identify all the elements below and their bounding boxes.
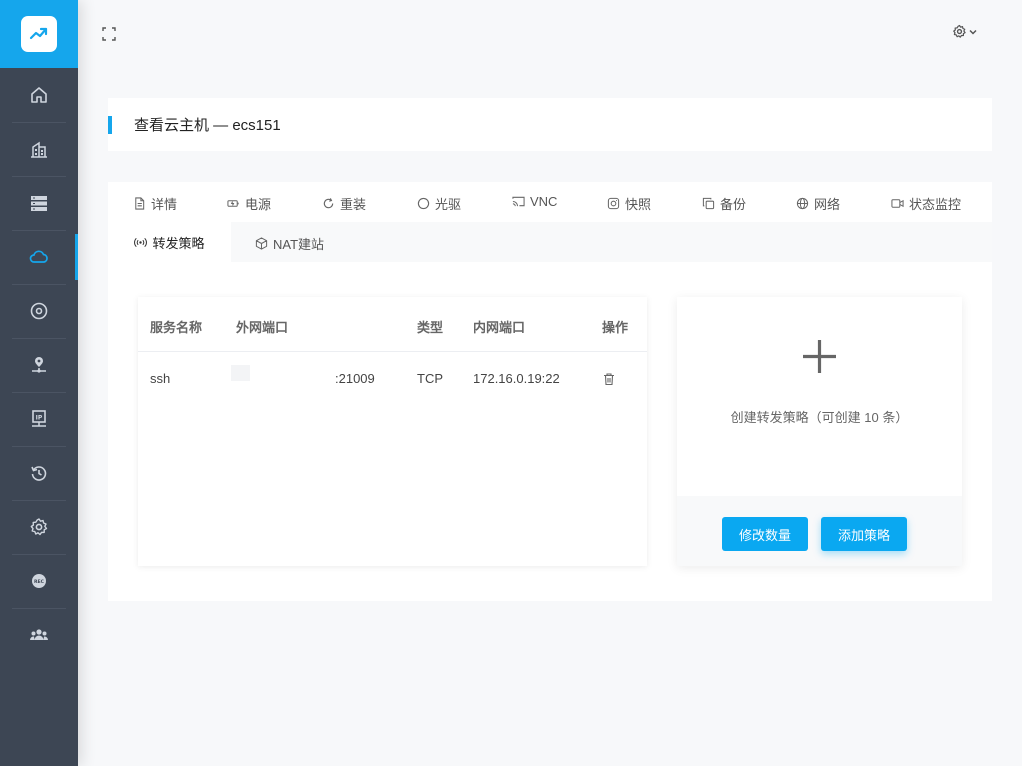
tab-nat[interactable]: NAT建站 <box>255 234 324 253</box>
tab-label: 转发策略 <box>152 235 205 251</box>
tab-network[interactable]: 网络 <box>796 194 840 213</box>
tab-label: 快照 <box>625 197 652 212</box>
sidebar-item-disk[interactable] <box>0 284 78 338</box>
add-policy-button[interactable]: 添加策略 <box>821 517 907 551</box>
type-cell: TCP <box>417 371 443 386</box>
forwarding-table: 服务名称 外网端口 类型 内网端口 操作 ssh :21009 TCP 172.… <box>138 297 647 566</box>
tab-reinstall[interactable]: 重装 <box>322 194 366 213</box>
svg-text:REC: REC <box>34 579 45 585</box>
internal-port-cell: 172.16.0.19:22 <box>473 371 560 386</box>
external-port-cell: :21009 <box>335 371 375 386</box>
page-title: 查看云主机 — ecs151 <box>134 117 281 134</box>
camera-icon <box>607 197 620 210</box>
create-area[interactable]: 创建转发策略（可创建 10 条） <box>677 297 962 496</box>
settings-dropdown[interactable] <box>952 24 978 39</box>
sidebar-item-restore[interactable] <box>0 446 78 500</box>
fullscreen-icon <box>102 27 116 41</box>
globe-icon <box>796 197 809 210</box>
tab-backup[interactable]: 备份 <box>702 194 746 213</box>
ip-icon: IP <box>32 410 46 427</box>
tab-label: VNC <box>530 194 558 209</box>
tab-label: NAT建站 <box>273 237 325 252</box>
rec-icon: REC <box>32 574 46 588</box>
cube-icon <box>255 237 268 250</box>
sidebar-item-ip[interactable]: IP <box>0 392 78 446</box>
page-header: 查看云主机 — ecs151 <box>108 98 992 151</box>
column-header: 服务名称 <box>150 321 203 336</box>
refresh-icon <box>323 198 334 209</box>
sidebar-item-home[interactable] <box>0 68 78 122</box>
masked-ip <box>231 365 250 381</box>
gear-icon <box>30 518 48 536</box>
sidebar-item-cloud[interactable] <box>0 230 78 284</box>
document-icon <box>135 197 145 210</box>
video-icon <box>891 199 904 208</box>
tab-label: 网络 <box>814 197 841 212</box>
tab-forwarding[interactable]: 转发策略 <box>108 222 231 262</box>
restore-icon <box>31 466 47 481</box>
detail-panel: 详情 电源 重装 光驱 VNC 快照 备份 网络 状态监控 转发策略 NAT建站 <box>108 182 992 601</box>
tab-power[interactable]: 电源 <box>227 194 271 213</box>
modify-quantity-button[interactable]: 修改数量 <box>722 517 808 551</box>
svg-text:IP: IP <box>36 415 43 422</box>
tab-cdrom[interactable]: 光驱 <box>417 194 461 213</box>
gear-icon <box>953 24 966 38</box>
copy-icon <box>702 197 715 210</box>
logo[interactable] <box>0 0 78 68</box>
broadcast-icon <box>134 237 148 247</box>
fullscreen-button[interactable] <box>102 26 116 41</box>
column-header: 外网端口 <box>236 321 289 336</box>
cloud-icon <box>29 250 48 263</box>
tab-label: 重装 <box>340 197 367 212</box>
service-name-cell: ssh <box>150 371 171 386</box>
delete-button[interactable] <box>602 371 616 386</box>
table-header: 服务名称 外网端口 类型 内网端口 操作 <box>138 297 647 352</box>
tab-label: 详情 <box>151 197 178 212</box>
plus-icon[interactable] <box>801 338 838 375</box>
column-header: 类型 <box>417 321 444 336</box>
create-forwarding-card: 创建转发策略（可创建 10 条） 修改数量 添加策略 <box>677 297 962 566</box>
create-hint: 创建转发策略（可创建 10 条） <box>730 410 909 425</box>
column-header: 操作 <box>602 321 629 336</box>
power-icon <box>227 200 239 207</box>
sidebar-item-settings[interactable] <box>0 500 78 554</box>
tab-label: 光驱 <box>435 197 462 212</box>
tabs-second-row <box>108 222 992 262</box>
sidebar-item-users[interactable] <box>0 608 78 662</box>
home-icon <box>31 87 47 103</box>
sidebar-item-network-location[interactable] <box>0 338 78 392</box>
disk-icon <box>30 302 48 320</box>
chevron-down-icon <box>969 29 977 35</box>
sidebar-item-server[interactable] <box>0 176 78 230</box>
tab-monitor[interactable]: 状态监控 <box>891 194 961 213</box>
circle-icon <box>417 197 430 210</box>
column-header: 内网端口 <box>473 321 526 336</box>
building-icon <box>31 141 47 158</box>
cast-icon <box>512 196 525 207</box>
users-icon <box>29 629 49 640</box>
title-accent-bar <box>108 115 112 134</box>
sidebar: IP REC <box>0 0 78 766</box>
network-location-icon <box>32 357 46 373</box>
tab-details[interactable]: 详情 <box>133 194 177 213</box>
sidebar-item-building[interactable] <box>0 122 78 176</box>
tab-label: 备份 <box>720 197 747 212</box>
tab-label: 状态监控 <box>909 197 962 212</box>
tab-vnc[interactable]: VNC <box>512 194 557 209</box>
tab-label: 电源 <box>245 197 272 212</box>
trend-up-icon <box>21 16 57 52</box>
server-icon <box>31 196 47 211</box>
tab-snapshot[interactable]: 快照 <box>607 194 651 213</box>
sidebar-item-rec[interactable]: REC <box>0 554 78 608</box>
trash-icon <box>604 373 614 386</box>
